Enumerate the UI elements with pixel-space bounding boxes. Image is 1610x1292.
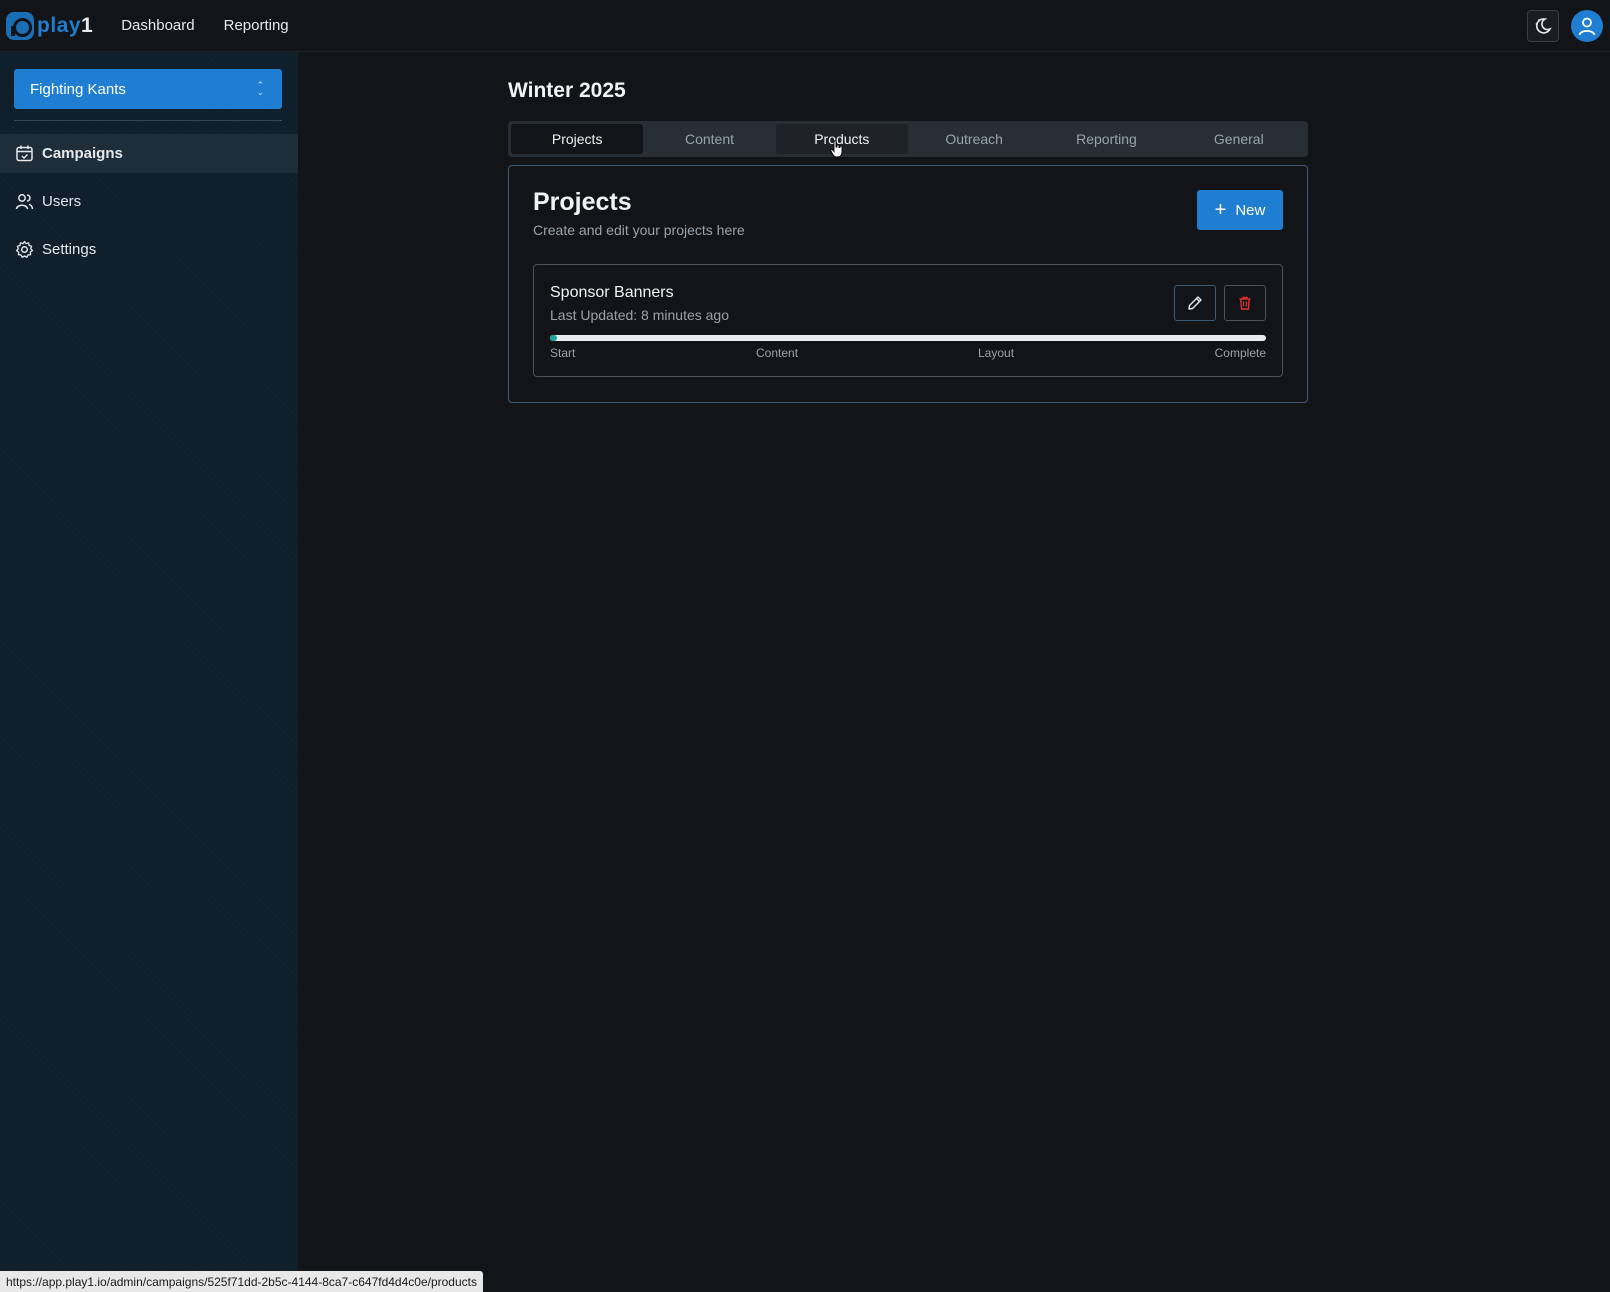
progress-step-complete: Complete [1214,346,1266,360]
progress-step-content: Content [756,346,799,360]
nav-dashboard[interactable]: Dashboard [121,17,194,34]
tab-general[interactable]: General [1173,124,1305,154]
logo-text: play [37,13,82,37]
user-icon [1578,17,1596,36]
moon-icon [1535,18,1552,34]
projects-subtitle: Create and edit your projects here [533,222,745,238]
sidebar-item-label: Campaigns [42,145,123,162]
sidebar-divider [14,120,282,121]
tab-projects[interactable]: Projects [511,124,644,154]
tab-outreach[interactable]: Outreach [908,124,1040,154]
users-icon [15,194,34,210]
nav-reporting[interactable]: Reporting [224,17,289,34]
project-progress-bar [550,335,1266,341]
delete-project-button[interactable] [1224,285,1266,321]
sidebar-item-users[interactable]: Users [0,182,298,221]
pencil-icon [1188,296,1202,310]
page-title: Winter 2025 [508,79,626,102]
top-bar: play1 Dashboard Reporting [0,0,1610,52]
logo-number: 1 [81,13,94,37]
progress-step-layout: Layout [978,346,1015,360]
edit-project-button[interactable] [1174,285,1216,321]
theme-toggle-button[interactable] [1527,10,1559,42]
new-project-button[interactable]: + New [1197,190,1283,230]
chevron-updown-icon: ⌃ ⌄ [256,80,264,97]
plus-icon: + [1214,199,1227,221]
progress-step-start: Start [550,346,576,360]
tab-content[interactable]: Content [643,124,775,154]
gear-icon [15,240,34,258]
project-item[interactable]: Sponsor Banners Last Updated: 8 minutes … [533,264,1283,377]
user-avatar-button[interactable] [1571,10,1603,42]
calendar-icon [16,145,33,162]
tab-reporting[interactable]: Reporting [1040,124,1172,154]
sidebar-item-label: Users [42,193,82,210]
app-logo[interactable]: play1 [6,0,93,52]
new-project-button-label: New [1235,201,1266,219]
project-progress-fill [550,335,558,341]
project-last-updated: Last Updated: 8 minutes ago [550,307,730,323]
organization-select[interactable]: Fighting Kants ⌃ ⌄ [14,69,282,109]
projects-heading: Projects [533,188,632,216]
sidebar-item-settings[interactable]: Settings [0,230,298,269]
projects-card: Projects Create and edit your projects h… [508,165,1308,403]
sidebar: Fighting Kants ⌃ ⌄ Campaigns Users Settin… [0,52,298,1292]
trash-icon [1239,296,1251,310]
organization-select-value: Fighting Kants [30,80,126,98]
hand-pointer-cursor-icon [830,140,843,158]
sidebar-item-campaigns[interactable]: Campaigns [0,134,298,173]
sidebar-item-label: Settings [42,241,97,258]
campaign-tabs: Projects Content Products Outreach Repor… [508,121,1308,157]
status-bar-url: https://app.play1.io/admin/campaigns/525… [0,1271,483,1292]
play1-logo-icon [6,11,34,40]
project-name: Sponsor Banners [550,284,674,301]
